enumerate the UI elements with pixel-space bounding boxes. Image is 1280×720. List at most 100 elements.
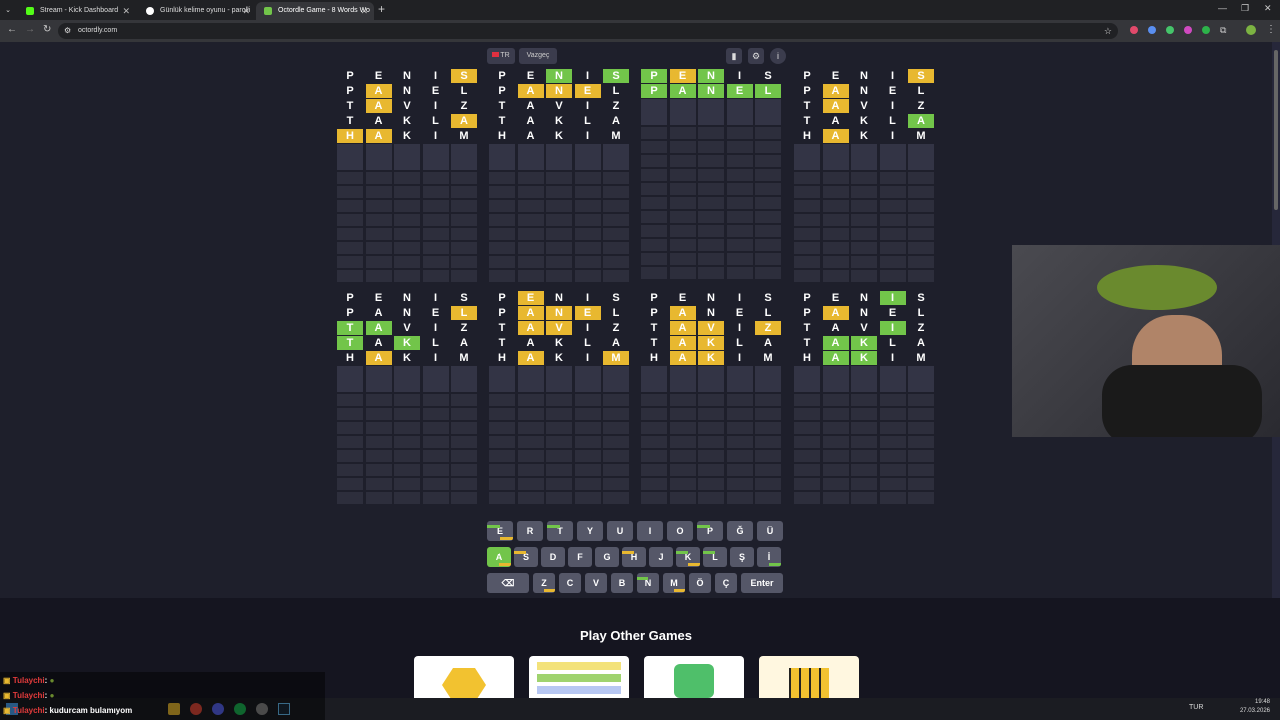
key[interactable]: Y	[577, 521, 603, 541]
key[interactable]: U	[607, 521, 633, 541]
tab-parolli[interactable]: Günlük kelime oyunu - parolli ✕	[138, 2, 256, 20]
maximize-button[interactable]: ❐	[1241, 3, 1249, 14]
empty-tile	[546, 186, 572, 198]
extension-icon[interactable]	[1130, 26, 1138, 34]
tab-search-button[interactable]: ⌄	[2, 2, 14, 20]
menu-kebab-icon[interactable]: ⋮	[1266, 24, 1276, 35]
tile: M	[459, 352, 469, 364]
profile-avatar[interactable]	[1246, 25, 1256, 35]
key[interactable]: C	[559, 573, 581, 593]
extension-icon[interactable]	[1148, 26, 1156, 34]
tile: A	[517, 351, 544, 365]
empty-tile	[365, 366, 392, 392]
game-thumbnail-bee[interactable]	[414, 656, 514, 698]
tile: N	[546, 69, 572, 83]
key[interactable]: Ü	[757, 521, 783, 541]
empty-tile	[546, 408, 572, 420]
tile: N	[403, 70, 411, 82]
clock-time[interactable]: 19:48	[1240, 699, 1270, 705]
empty-tile	[669, 197, 696, 209]
tile: N	[860, 85, 868, 97]
site-info-icon[interactable]: ⚙	[64, 23, 71, 39]
empty-tile	[394, 492, 420, 504]
key[interactable]: M	[663, 573, 685, 593]
extension-icon[interactable]	[1184, 26, 1192, 34]
tile: S	[612, 292, 620, 304]
scroll-thumb[interactable]	[1274, 50, 1278, 210]
key[interactable]: Ö	[689, 573, 711, 593]
tile: H	[803, 130, 811, 142]
empty-tile	[641, 127, 667, 139]
key[interactable]: T	[547, 521, 573, 541]
gear-icon[interactable]: ⚙	[748, 48, 764, 64]
empty-tile	[546, 242, 572, 254]
tile: A	[908, 114, 934, 128]
key[interactable]: R	[517, 521, 543, 541]
empty-tile	[451, 492, 477, 504]
backspace-key[interactable]: ⌫	[487, 573, 529, 593]
extension-icon[interactable]	[1166, 26, 1174, 34]
key[interactable]: G	[595, 547, 619, 567]
close-icon[interactable]: ✕	[242, 2, 250, 20]
stats-icon[interactable]: ▮	[726, 48, 742, 64]
enter-key[interactable]: Enter	[741, 573, 783, 593]
key[interactable]: K	[676, 547, 700, 567]
empty-tile	[365, 464, 392, 476]
key[interactable]: I	[637, 521, 663, 541]
empty-tile	[489, 436, 515, 448]
tab-octordle[interactable]: Octordle Game - 8 Words Wo ✕	[256, 2, 374, 20]
language-button[interactable]: TR	[487, 48, 515, 64]
tile: I	[890, 352, 895, 364]
back-icon[interactable]: ←	[7, 24, 17, 35]
empty-tile	[755, 253, 781, 265]
key[interactable]: F	[568, 547, 592, 567]
give-up-button[interactable]: Vazgeç	[519, 48, 557, 64]
empty-tile	[908, 408, 934, 420]
minimize-button[interactable]: —	[1218, 3, 1227, 13]
key[interactable]: V	[585, 573, 607, 593]
key[interactable]: A	[487, 547, 511, 567]
tile: Z	[460, 322, 468, 334]
empty-tile	[337, 172, 363, 184]
empty-tile	[669, 394, 696, 406]
key[interactable]: P	[697, 521, 723, 541]
key[interactable]: Ğ	[727, 521, 753, 541]
bookmark-star-icon[interactable]: ☆	[1104, 23, 1112, 39]
input-language[interactable]: TUR	[1189, 704, 1203, 711]
clock-date[interactable]: 27.03.2026	[1236, 708, 1270, 714]
empty-tile	[755, 169, 781, 181]
key[interactable]: S	[514, 547, 538, 567]
tile: N	[860, 307, 868, 319]
key[interactable]: H	[622, 547, 646, 567]
url-field[interactable]: ⚙ octordly.com ☆	[58, 23, 1118, 39]
key[interactable]: N	[637, 573, 659, 593]
tab-kick[interactable]: Stream - Kick Dashboard ✕	[18, 2, 136, 20]
extension-icon[interactable]	[1202, 26, 1210, 34]
key-mark	[622, 551, 634, 554]
window-close-button[interactable]: ✕	[1264, 3, 1272, 14]
game-thumbnail-grid[interactable]	[759, 656, 859, 698]
key[interactable]: Ş	[730, 547, 754, 567]
close-icon[interactable]: ✕	[122, 2, 130, 20]
new-tab-button[interactable]: +	[378, 2, 385, 16]
reload-icon[interactable]: ↻	[43, 24, 51, 35]
empty-tile	[698, 366, 724, 392]
key[interactable]: J	[649, 547, 673, 567]
empty-tile	[451, 228, 477, 240]
key[interactable]: D	[541, 547, 565, 567]
key[interactable]: B	[611, 573, 633, 593]
key[interactable]: E	[487, 521, 513, 541]
game-thumbnail-words[interactable]	[529, 656, 629, 698]
key[interactable]: O	[667, 521, 693, 541]
tile: T	[346, 115, 354, 127]
forward-icon[interactable]: →	[25, 24, 35, 35]
key[interactable]: L	[703, 547, 727, 567]
tile: K	[555, 337, 563, 349]
extensions-puzzle-icon[interactable]: ⧉	[1220, 25, 1226, 36]
close-icon[interactable]: ✕	[360, 2, 368, 20]
key[interactable]: İ	[757, 547, 781, 567]
info-icon[interactable]: i	[770, 48, 786, 64]
game-thumbnail-green[interactable]	[644, 656, 744, 698]
key[interactable]: Z	[533, 573, 555, 593]
key[interactable]: Ç	[715, 573, 737, 593]
